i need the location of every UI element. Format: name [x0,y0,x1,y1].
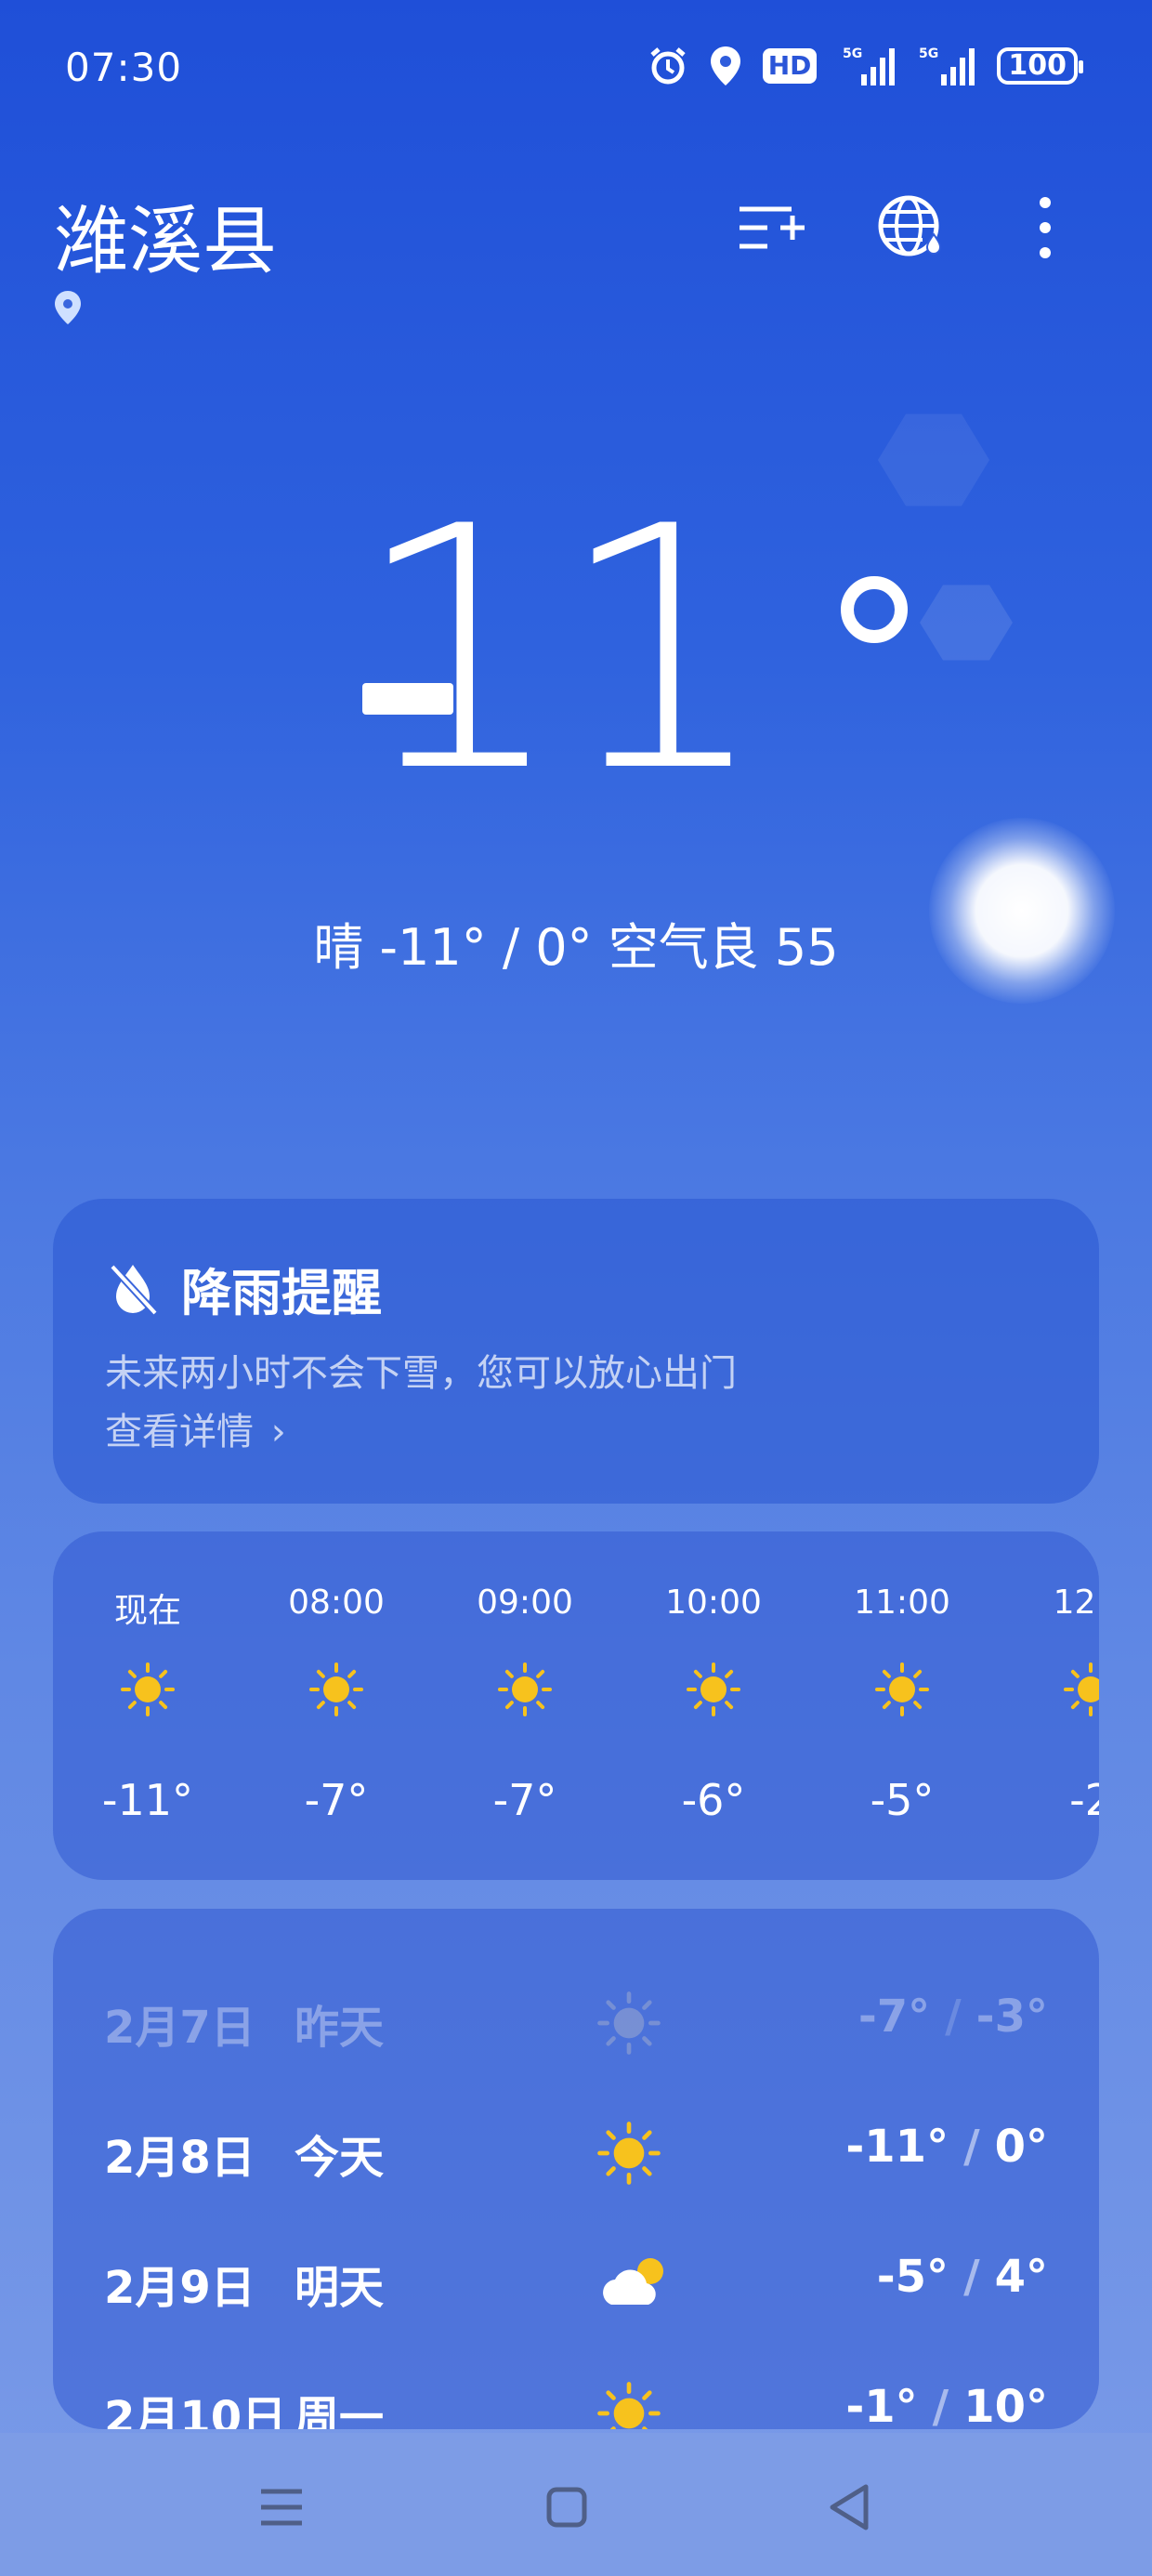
menu-button[interactable] [254,2479,309,2535]
daily-high: 10° [963,2381,1048,2429]
view-details-text: 查看详情 [105,1411,254,1453]
daily-temperature-range: -5° / 4° [877,2251,1048,2303]
hourly-temperature: -2 [1069,1775,1099,1825]
daily-date: 2月8日 [104,2132,255,2184]
home-icon [546,2487,587,2528]
hourly-item: 10:00 -6° [639,1531,788,1880]
hourly-temperature: -7° [304,1775,369,1825]
hourly-time: 08:00 [288,1584,385,1622]
more-button[interactable] [1008,191,1082,265]
daily-row[interactable]: 2月10日 周一 -1° / 10° [53,2346,1099,2429]
status-bar: 07:30 HD 5G 5G 100 [0,0,1152,139]
alarm-icon [650,47,686,85]
sun-icon [686,1662,741,1717]
hourly-time: 09:00 [477,1584,573,1622]
degree-symbol [841,576,908,643]
hourly-temperature: -5° [870,1775,935,1825]
daily-day: 昨天 [295,2002,385,2054]
rain-alert-description: 未来两小时不会下雪，您可以放心出门 [105,1352,737,1395]
weather-summary: 晴 -11° / 0° 空气良 55 [313,918,839,977]
svg-text:5G: 5G [919,46,938,61]
battery-indicator: 100 [997,47,1083,85]
hourly-item: 08:00 -7° [262,1531,411,1880]
svg-text:5G: 5G [843,46,862,61]
menu-icon [261,2489,302,2526]
current-temperature: 11 [353,455,769,845]
daily-temperature-range: -7° / -3° [858,1991,1048,2043]
status-icons: HD 5G 5G 100 [648,45,1083,87]
sun-icon [1063,1662,1099,1717]
daily-low: -5° [876,2251,949,2303]
daily-date: 2月9日 [104,2262,255,2314]
sun-icon [120,1662,176,1717]
sun-icon [497,1662,553,1717]
hourly-temperature: -6° [681,1775,746,1825]
location-icon [710,46,740,85]
add-city-button[interactable] [734,191,808,265]
daily-row[interactable]: 2月7日 昨天 -7° / -3° [53,1955,1099,2085]
globe-icon [878,195,942,256]
daily-forecast-card[interactable]: 2月7日 昨天 -7° / -3° 2月8日 今天 -11°/0° 2月9日 明天 -5°/4° 2月… [53,1909,1099,2429]
sun-icon [596,2121,671,2186]
daily-day: 周一 [295,2392,385,2429]
daily-low: -11° [845,2121,949,2173]
add-city-icon [740,206,805,249]
partly-cloudy-icon [596,2251,671,2316]
temperature-separator: / [945,1991,962,2043]
daily-day: 明天 [295,2262,385,2314]
hex-decoration [920,585,1013,661]
no-rain-icon [110,1263,158,1316]
location-pin-icon [55,291,81,324]
daily-low: -1° [845,2381,918,2429]
sun-icon [596,2381,671,2429]
sun-icon [308,1662,364,1717]
home-button[interactable] [539,2479,595,2535]
temperature-separator: / [963,2121,980,2173]
sun-icon [874,1662,930,1717]
hourly-time: 12:0 [1053,1584,1099,1622]
hourly-temperature: -7° [492,1775,557,1825]
view-details-link[interactable]: 查看详情 › [105,1401,286,1455]
daily-temperature-range: -11° / 0° [845,2121,1048,2173]
city-name[interactable]: 潍溪县 [54,181,277,289]
chevron-right-icon: › [270,1411,286,1453]
hourly-item: 11:00 -5° [828,1531,976,1880]
rain-alert-title-text: 降雨提醒 [181,1264,382,1322]
daily-day: 今天 [295,2132,385,2184]
hourly-item: 现在 -11° [73,1531,222,1880]
hourly-time: 11:00 [854,1584,950,1622]
hourly-time: 10:00 [665,1584,762,1622]
daily-date: 2月7日 [104,2002,255,2054]
hd-badge: HD [762,48,818,84]
daily-low: -7° [857,1991,931,2043]
daily-temperature-range: -1° / 10° [845,2381,1048,2429]
daily-high: 0° [994,2121,1048,2173]
signal-5g-icon: 5G [919,46,975,85]
more-icon [1040,197,1051,258]
hourly-time: 现在 [113,1592,181,1630]
daily-high: 4° [994,2251,1048,2303]
status-time: 07:30 [65,45,183,90]
hourly-temperature: -11° [101,1775,194,1825]
daily-row[interactable]: 2月8日 今天 -11° / 0° [53,2085,1099,2215]
back-button[interactable] [821,2479,877,2535]
daily-date: 2月10日 [104,2392,287,2429]
globe-button[interactable] [873,191,948,265]
hourly-item: 12:0 -2 [1016,1531,1099,1880]
hourly-item: 09:00 -7° [451,1531,599,1880]
signal-5g-icon: 5G [843,46,896,85]
rain-alert-title: 降雨提醒 [107,1252,382,1325]
back-icon [830,2484,869,2530]
temperature-separator: / [963,2251,980,2303]
daily-row[interactable]: 2月9日 明天 -5° / 4° [53,2215,1099,2346]
sun-icon [596,1991,671,2056]
navigation-bar [0,2433,1152,2576]
hex-decoration [878,414,989,506]
hourly-forecast-card[interactable]: 现在 -11° 08:00 -7° 09:00 -7° 10:00 -6° 11:00 -5° 12… [53,1531,1099,1880]
daily-high: -3° [975,1991,1048,2043]
temperature-separator: / [932,2381,949,2429]
